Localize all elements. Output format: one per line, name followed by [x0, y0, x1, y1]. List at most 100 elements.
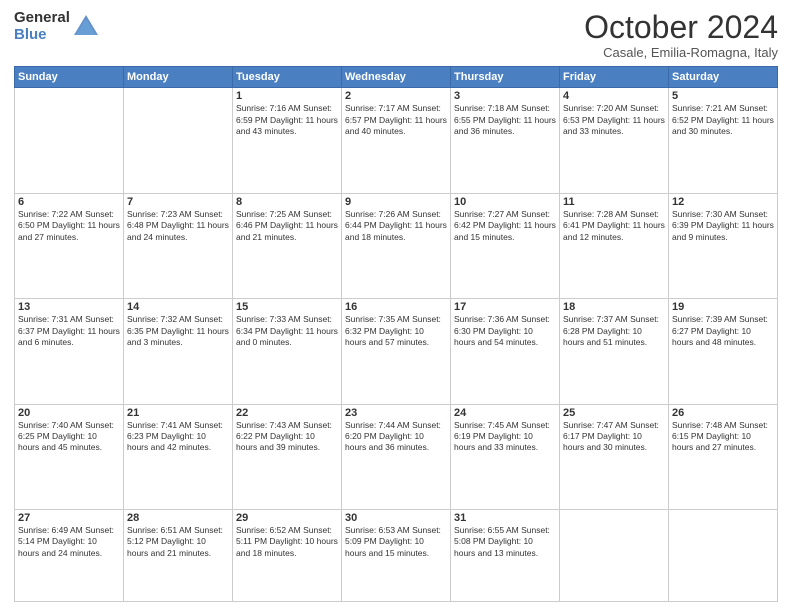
- day-number: 10: [454, 196, 556, 208]
- day-info: Sunrise: 7:28 AM Sunset: 6:41 PM Dayligh…: [563, 209, 665, 243]
- day-info: Sunrise: 7:27 AM Sunset: 6:42 PM Dayligh…: [454, 209, 556, 243]
- day-number: 5: [672, 90, 774, 102]
- table-row: 19Sunrise: 7:39 AM Sunset: 6:27 PM Dayli…: [669, 299, 778, 404]
- day-number: 11: [563, 196, 665, 208]
- table-row: 26Sunrise: 7:48 AM Sunset: 6:15 PM Dayli…: [669, 404, 778, 509]
- calendar-header-row: Sunday Monday Tuesday Wednesday Thursday…: [15, 67, 778, 88]
- calendar-body: 1Sunrise: 7:16 AM Sunset: 6:59 PM Daylig…: [15, 88, 778, 602]
- table-row: [15, 88, 124, 193]
- day-info: Sunrise: 7:22 AM Sunset: 6:50 PM Dayligh…: [18, 209, 120, 243]
- day-number: 23: [345, 407, 447, 419]
- table-row: 2Sunrise: 7:17 AM Sunset: 6:57 PM Daylig…: [342, 88, 451, 193]
- table-row: 20Sunrise: 7:40 AM Sunset: 6:25 PM Dayli…: [15, 404, 124, 509]
- table-row: 28Sunrise: 6:51 AM Sunset: 5:12 PM Dayli…: [124, 510, 233, 602]
- logo: General Blue: [14, 10, 100, 43]
- col-friday: Friday: [560, 67, 669, 88]
- day-info: Sunrise: 7:48 AM Sunset: 6:15 PM Dayligh…: [672, 420, 774, 454]
- page: General Blue October 2024 Casale, Emilia…: [0, 0, 792, 612]
- calendar-week-row: 6Sunrise: 7:22 AM Sunset: 6:50 PM Daylig…: [15, 193, 778, 298]
- day-info: Sunrise: 6:51 AM Sunset: 5:12 PM Dayligh…: [127, 525, 229, 559]
- day-number: 18: [563, 301, 665, 313]
- logo-block: General Blue: [14, 10, 100, 43]
- table-row: [669, 510, 778, 602]
- day-info: Sunrise: 6:49 AM Sunset: 5:14 PM Dayligh…: [18, 525, 120, 559]
- day-number: 30: [345, 512, 447, 524]
- table-row: 12Sunrise: 7:30 AM Sunset: 6:39 PM Dayli…: [669, 193, 778, 298]
- calendar-week-row: 13Sunrise: 7:31 AM Sunset: 6:37 PM Dayli…: [15, 299, 778, 404]
- col-tuesday: Tuesday: [233, 67, 342, 88]
- table-row: 5Sunrise: 7:21 AM Sunset: 6:52 PM Daylig…: [669, 88, 778, 193]
- table-row: 17Sunrise: 7:36 AM Sunset: 6:30 PM Dayli…: [451, 299, 560, 404]
- day-info: Sunrise: 7:40 AM Sunset: 6:25 PM Dayligh…: [18, 420, 120, 454]
- day-info: Sunrise: 7:33 AM Sunset: 6:34 PM Dayligh…: [236, 314, 338, 348]
- table-row: 10Sunrise: 7:27 AM Sunset: 6:42 PM Dayli…: [451, 193, 560, 298]
- day-number: 16: [345, 301, 447, 313]
- day-number: 21: [127, 407, 229, 419]
- day-info: Sunrise: 7:45 AM Sunset: 6:19 PM Dayligh…: [454, 420, 556, 454]
- day-number: 12: [672, 196, 774, 208]
- logo-text-blue: Blue: [14, 27, 47, 44]
- day-number: 17: [454, 301, 556, 313]
- day-number: 25: [563, 407, 665, 419]
- calendar-week-row: 20Sunrise: 7:40 AM Sunset: 6:25 PM Dayli…: [15, 404, 778, 509]
- day-number: 3: [454, 90, 556, 102]
- day-info: Sunrise: 7:17 AM Sunset: 6:57 PM Dayligh…: [345, 103, 447, 137]
- day-number: 26: [672, 407, 774, 419]
- table-row: 25Sunrise: 7:47 AM Sunset: 6:17 PM Dayli…: [560, 404, 669, 509]
- table-row: 7Sunrise: 7:23 AM Sunset: 6:48 PM Daylig…: [124, 193, 233, 298]
- table-row: 22Sunrise: 7:43 AM Sunset: 6:22 PM Dayli…: [233, 404, 342, 509]
- day-info: Sunrise: 7:44 AM Sunset: 6:20 PM Dayligh…: [345, 420, 447, 454]
- table-row: 6Sunrise: 7:22 AM Sunset: 6:50 PM Daylig…: [15, 193, 124, 298]
- location-subtitle: Casale, Emilia-Romagna, Italy: [584, 45, 778, 60]
- day-number: 20: [18, 407, 120, 419]
- table-row: 27Sunrise: 6:49 AM Sunset: 5:14 PM Dayli…: [15, 510, 124, 602]
- day-info: Sunrise: 7:16 AM Sunset: 6:59 PM Dayligh…: [236, 103, 338, 137]
- day-info: Sunrise: 7:20 AM Sunset: 6:53 PM Dayligh…: [563, 103, 665, 137]
- day-info: Sunrise: 7:23 AM Sunset: 6:48 PM Dayligh…: [127, 209, 229, 243]
- table-row: 9Sunrise: 7:26 AM Sunset: 6:44 PM Daylig…: [342, 193, 451, 298]
- day-number: 9: [345, 196, 447, 208]
- table-row: 31Sunrise: 6:55 AM Sunset: 5:08 PM Dayli…: [451, 510, 560, 602]
- table-row: [560, 510, 669, 602]
- table-row: 18Sunrise: 7:37 AM Sunset: 6:28 PM Dayli…: [560, 299, 669, 404]
- day-number: 22: [236, 407, 338, 419]
- day-number: 27: [18, 512, 120, 524]
- table-row: 14Sunrise: 7:32 AM Sunset: 6:35 PM Dayli…: [124, 299, 233, 404]
- day-number: 24: [454, 407, 556, 419]
- day-number: 8: [236, 196, 338, 208]
- day-number: 29: [236, 512, 338, 524]
- day-info: Sunrise: 7:47 AM Sunset: 6:17 PM Dayligh…: [563, 420, 665, 454]
- col-monday: Monday: [124, 67, 233, 88]
- day-info: Sunrise: 6:55 AM Sunset: 5:08 PM Dayligh…: [454, 525, 556, 559]
- table-row: 8Sunrise: 7:25 AM Sunset: 6:46 PM Daylig…: [233, 193, 342, 298]
- table-row: 3Sunrise: 7:18 AM Sunset: 6:55 PM Daylig…: [451, 88, 560, 193]
- col-saturday: Saturday: [669, 67, 778, 88]
- day-info: Sunrise: 7:43 AM Sunset: 6:22 PM Dayligh…: [236, 420, 338, 454]
- table-row: 11Sunrise: 7:28 AM Sunset: 6:41 PM Dayli…: [560, 193, 669, 298]
- day-number: 6: [18, 196, 120, 208]
- day-info: Sunrise: 7:39 AM Sunset: 6:27 PM Dayligh…: [672, 314, 774, 348]
- day-info: Sunrise: 7:25 AM Sunset: 6:46 PM Dayligh…: [236, 209, 338, 243]
- day-info: Sunrise: 7:35 AM Sunset: 6:32 PM Dayligh…: [345, 314, 447, 348]
- table-row: 30Sunrise: 6:53 AM Sunset: 5:09 PM Dayli…: [342, 510, 451, 602]
- day-info: Sunrise: 7:26 AM Sunset: 6:44 PM Dayligh…: [345, 209, 447, 243]
- table-row: 29Sunrise: 6:52 AM Sunset: 5:11 PM Dayli…: [233, 510, 342, 602]
- table-row: 16Sunrise: 7:35 AM Sunset: 6:32 PM Dayli…: [342, 299, 451, 404]
- day-info: Sunrise: 7:18 AM Sunset: 6:55 PM Dayligh…: [454, 103, 556, 137]
- table-row: 23Sunrise: 7:44 AM Sunset: 6:20 PM Dayli…: [342, 404, 451, 509]
- day-number: 1: [236, 90, 338, 102]
- day-info: Sunrise: 6:52 AM Sunset: 5:11 PM Dayligh…: [236, 525, 338, 559]
- day-info: Sunrise: 6:53 AM Sunset: 5:09 PM Dayligh…: [345, 525, 447, 559]
- day-info: Sunrise: 7:32 AM Sunset: 6:35 PM Dayligh…: [127, 314, 229, 348]
- day-info: Sunrise: 7:30 AM Sunset: 6:39 PM Dayligh…: [672, 209, 774, 243]
- calendar-table: Sunday Monday Tuesday Wednesday Thursday…: [14, 66, 778, 602]
- col-sunday: Sunday: [15, 67, 124, 88]
- logo-text-general: General: [14, 10, 70, 27]
- table-row: 13Sunrise: 7:31 AM Sunset: 6:37 PM Dayli…: [15, 299, 124, 404]
- day-info: Sunrise: 7:31 AM Sunset: 6:37 PM Dayligh…: [18, 314, 120, 348]
- title-block: October 2024 Casale, Emilia-Romagna, Ita…: [584, 10, 778, 60]
- table-row: 15Sunrise: 7:33 AM Sunset: 6:34 PM Dayli…: [233, 299, 342, 404]
- day-number: 4: [563, 90, 665, 102]
- day-number: 7: [127, 196, 229, 208]
- header: General Blue October 2024 Casale, Emilia…: [14, 10, 778, 60]
